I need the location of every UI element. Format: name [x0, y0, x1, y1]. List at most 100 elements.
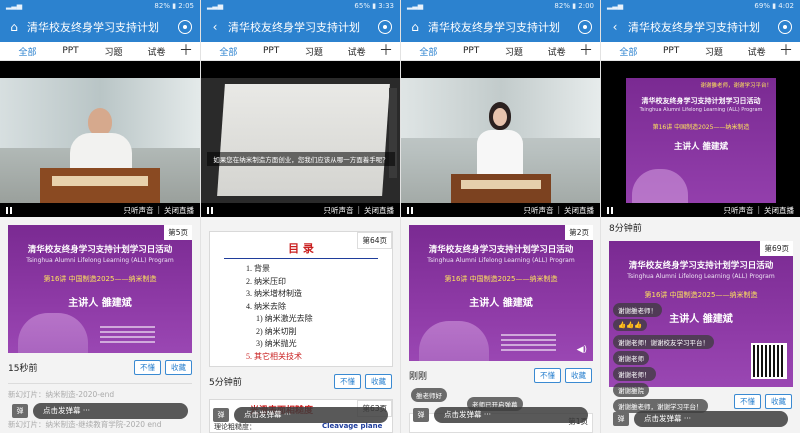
new-slide-notice: 新幻灯片：纳米制造-继续教育学院-2020 end	[8, 420, 162, 429]
audio-only-button[interactable]: 只听声音	[723, 205, 753, 216]
danmu-bar: 弹 点击发弹幕 ···	[213, 406, 388, 423]
video-controls: 只听声音 | 关闭直播	[601, 203, 800, 217]
danmu-input[interactable]: 点击发弹幕 ···	[234, 406, 388, 423]
ppt-slide-card[interactable]: 清华校友终身学习支持计划学习日活动 Tsinghua Alumni Lifelo…	[8, 225, 192, 353]
toc-item: 5. 其它相关技术	[246, 351, 302, 361]
slide-title: 清华校友终身学习支持计划学习日活动	[27, 245, 173, 255]
dont-understand-button[interactable]: 不懂	[734, 393, 761, 409]
slide-title: 清华校友终身学习支持计划学习日活动	[428, 245, 574, 255]
tab-ppt[interactable]: PPT	[250, 46, 293, 56]
more-options-icon[interactable]	[178, 20, 192, 34]
toc-item: 1. 背景	[246, 264, 270, 273]
slide-feed: 目 录 1. 背景 2. 纳米压印 3. 纳米增材制造 4. 纳米去除 1) 纳…	[201, 217, 400, 433]
tab-exercises[interactable]: 习题	[92, 45, 135, 58]
tab-all[interactable]: 全部	[607, 45, 650, 58]
live-video[interactable]: 谢谢雒老师，谢谢学习平台！ 清华校友终身学习支持计划学习日活动 Tsinghua…	[601, 78, 800, 203]
tab-ppt[interactable]: PPT	[650, 46, 693, 56]
four-phone-screenshots: ▂▃▅ 82% ▮ 2:05 ⌂ 清华校友终身学习支持计划 全部 PPT 习题 …	[0, 0, 800, 433]
close-live-button[interactable]: 关闭直播	[164, 205, 194, 216]
pause-icon[interactable]	[6, 206, 12, 214]
close-live-button[interactable]: 关闭直播	[364, 205, 394, 216]
app-header: ⌂ 清华校友终身学习支持计划	[0, 12, 200, 42]
danmu-toggle-button[interactable]: 弹	[413, 407, 429, 422]
danmu-bubble: 👍👍👍	[613, 319, 648, 331]
more-options-icon[interactable]	[378, 20, 392, 34]
danmu-input[interactable]: 点击发弹幕 ···	[33, 402, 188, 419]
favorite-button[interactable]: 收藏	[765, 393, 792, 409]
audio-only-button[interactable]: 只听声音	[323, 205, 353, 216]
dont-understand-button[interactable]: 不懂	[334, 373, 361, 389]
host-figure-face	[493, 108, 507, 126]
ppt-slide-card[interactable]: 目 录 1. 背景 2. 纳米压印 3. 纳米增材制造 4. 纳米去除 1) 纳…	[209, 231, 393, 367]
danmu-bar: 弹 点击发弹幕 ···	[413, 406, 588, 423]
danmu-toggle-button[interactable]: 弹	[613, 411, 629, 426]
more-options-icon[interactable]	[778, 20, 792, 34]
live-video[interactable]	[401, 78, 600, 203]
add-tab-icon[interactable]: ＋	[778, 44, 794, 58]
tab-exam[interactable]: 试卷	[135, 45, 178, 58]
tab-exercises[interactable]: 习题	[293, 45, 336, 58]
video-slide-subtitle: Tsinghua Alumni Lifelong Learning (ALL) …	[639, 107, 763, 113]
add-tab-icon[interactable]: ＋	[378, 44, 394, 58]
audio-only-button[interactable]: 只听声音	[523, 205, 553, 216]
building-illustration	[632, 169, 688, 203]
slide-title: 清华校友终身学习支持计划学习日活动	[628, 261, 774, 271]
back-arrow-icon[interactable]: ‹	[609, 21, 621, 33]
danmu-toggle-button[interactable]: 弹	[12, 403, 28, 418]
building-illustration	[419, 321, 489, 361]
more-options-icon[interactable]	[578, 20, 592, 34]
back-arrow-icon[interactable]: ‹	[209, 21, 221, 33]
home-icon[interactable]: ⌂	[409, 21, 421, 33]
pause-icon[interactable]	[207, 206, 213, 214]
tab-exam[interactable]: 试卷	[535, 45, 578, 58]
next-slide-right-text: Cleavage plane	[322, 422, 383, 430]
status-bar: ▂▃▅ 82% ▮ 2:05	[0, 0, 200, 12]
controls-divider: |	[157, 204, 160, 214]
slide-subtitle: Tsinghua Alumni Lifelong Learning (ALL) …	[26, 257, 174, 264]
close-live-button[interactable]: 关闭直播	[564, 205, 594, 216]
tab-ppt[interactable]: PPT	[49, 46, 92, 56]
next-slide-left-text: 理论粗糙度：	[214, 423, 256, 431]
live-video[interactable]	[0, 78, 200, 203]
page-title: 清华校友终身学习支持计划	[428, 21, 560, 34]
ppt-slide-card[interactable]: 清华校友终身学习支持计划学习日活动 Tsinghua Alumni Lifelo…	[409, 225, 593, 361]
slide-meta-row: 5分钟前 不懂 收藏	[209, 373, 392, 389]
audio-only-button[interactable]: 只听声音	[123, 205, 153, 216]
dont-understand-button[interactable]: 不懂	[534, 367, 561, 383]
slide-meta-row: 15秒前 不懂 收藏	[8, 359, 192, 375]
toc-item: 4. 纳米去除	[246, 301, 286, 311]
slide-speaker: 主讲人 雒建斌	[469, 298, 533, 309]
live-video[interactable]: 如果您在纳米制造方面创业，您我们应该从哪一方面着手呢？	[201, 78, 400, 203]
tab-bar: 全部 PPT 习题 试卷 ＋	[0, 42, 200, 61]
danmu-toggle-button[interactable]: 弹	[213, 407, 229, 422]
tab-exam[interactable]: 试卷	[335, 45, 378, 58]
slide-time: 5分钟前	[209, 377, 242, 388]
add-tab-icon[interactable]: ＋	[178, 44, 194, 58]
slide-subtitle: Tsinghua Alumni Lifelong Learning (ALL) …	[627, 273, 775, 280]
pause-icon[interactable]	[407, 206, 413, 214]
audio-icon[interactable]: ◀)	[577, 345, 587, 355]
tab-exercises[interactable]: 习题	[693, 45, 736, 58]
building-illustration	[18, 313, 88, 353]
tab-all[interactable]: 全部	[207, 45, 250, 58]
tab-exercises[interactable]: 习题	[493, 45, 536, 58]
favorite-button[interactable]: 收藏	[565, 367, 592, 383]
danmu-bar: 弹 点击发弹幕 ···	[12, 402, 188, 419]
tab-ppt[interactable]: PPT	[450, 46, 493, 56]
add-tab-icon[interactable]: ＋	[578, 44, 594, 58]
page-title: 清华校友终身学习支持计划	[628, 21, 760, 34]
favorite-button[interactable]: 收藏	[165, 359, 192, 375]
slide-lecture: 第16讲 中国制造2025——纳米制造	[43, 275, 157, 283]
danmu-input[interactable]: 点击发弹幕 ···	[634, 410, 788, 427]
slide-lecture: 第16讲 中国制造2025——纳米制造	[644, 291, 758, 299]
tab-all[interactable]: 全部	[6, 45, 49, 58]
close-live-button[interactable]: 关闭直播	[764, 205, 794, 216]
home-icon[interactable]: ⌂	[8, 21, 20, 33]
tab-all[interactable]: 全部	[407, 45, 450, 58]
danmu-input[interactable]: 点击发弹幕 ···	[434, 406, 588, 423]
favorite-button[interactable]: 收藏	[365, 373, 392, 389]
status-text: 82% ▮ 2:00	[554, 2, 594, 10]
dont-understand-button[interactable]: 不懂	[134, 359, 161, 375]
pause-icon[interactable]	[607, 206, 613, 214]
tab-exam[interactable]: 试卷	[735, 45, 778, 58]
